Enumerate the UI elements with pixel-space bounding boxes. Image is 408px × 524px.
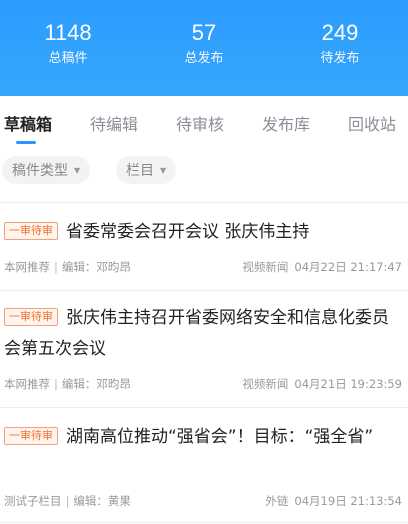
caret-down-icon: ▼ <box>74 165 81 175</box>
column-dropdown[interactable]: 栏目 ▼ <box>116 156 177 184</box>
article-source: 外链 <box>265 494 289 508</box>
article-title-text: 省委常委会召开会议 张庆伟主持 <box>66 222 310 242</box>
stat-total-published[interactable]: 57 总发布 <box>144 20 264 68</box>
status-tabs: 草稿箱 待编辑 待审核 发布库 回收站 <box>0 108 408 146</box>
filter-bar: 稿件类型 ▼ 栏目 ▼ <box>0 154 408 186</box>
tab-to-review[interactable]: 待审核 <box>176 114 224 136</box>
review-status-badge: 一审待审 <box>4 308 58 326</box>
list-item[interactable]: 一审待审 湖南高位推动“强省会”！目标：“强全省” 测试子栏目 | 编辑：黄果 外链 0… <box>0 408 408 524</box>
stats-header: 1148 总稿件 57 总发布 249 待发布 <box>0 0 408 96</box>
article-source: 视频新闻 <box>242 377 289 391</box>
article-editor: 编辑：邓昀昂 <box>61 260 131 274</box>
list-item[interactable]: 一审待审 省委常委会召开会议 张庆伟主持 本网推荐 | 编辑：邓昀昂 视频新闻 04月2… <box>0 203 408 290</box>
article-title: 一审待审 张庆伟主持召开省委网络安全和信息化委员会第五次会议 <box>4 303 394 365</box>
stat-label: 总稿件 <box>48 51 88 66</box>
stat-label: 总发布 <box>184 51 224 66</box>
divider <box>0 522 408 523</box>
article-time: 04月19日 21:13:54 <box>294 494 402 508</box>
stat-value: 1148 <box>44 20 92 45</box>
list-item[interactable]: 一审待审 张庆伟主持召开省委网络安全和信息化委员会第五次会议 本网推荐 | 编辑：邓昀… <box>0 291 408 407</box>
tab-publish-library[interactable]: 发布库 <box>262 114 310 136</box>
tab-drafts[interactable]: 草稿箱 <box>4 114 52 136</box>
meta-separator: | <box>54 377 58 391</box>
filter-label: 稿件类型 <box>12 163 68 179</box>
stat-value: 57 <box>191 20 217 45</box>
caret-down-icon: ▼ <box>160 165 167 175</box>
stat-label: 待发布 <box>320 51 360 66</box>
article-title-text: 湖南高位推动“强省会”！目标：“强全省” <box>66 427 374 447</box>
article-meta: 本网推荐 | 编辑：邓昀昂 <box>4 376 131 392</box>
article-column: 本网推荐 <box>4 260 50 274</box>
article-column: 本网推荐 <box>4 377 50 391</box>
article-title-text: 张庆伟主持召开省委网络安全和信息化委员会第五次会议 <box>4 308 389 359</box>
tab-to-edit[interactable]: 待编辑 <box>90 114 138 136</box>
article-source: 视频新闻 <box>242 260 289 274</box>
article-editor: 编辑：邓昀昂 <box>61 377 131 391</box>
article-time: 04月21日 19:23:59 <box>294 377 402 391</box>
article-editor: 编辑：黄果 <box>73 494 131 508</box>
article-title: 一审待审 省委常委会召开会议 张庆伟主持 <box>4 217 394 248</box>
article-source-time: 视频新闻 04月21日 19:23:59 <box>242 376 402 392</box>
article-source-time: 视频新闻 04月22日 21:17:47 <box>242 259 402 275</box>
manuscript-type-dropdown[interactable]: 稿件类型 ▼ <box>2 156 91 184</box>
review-status-badge: 一审待审 <box>4 427 58 445</box>
review-status-badge: 一审待审 <box>4 222 58 240</box>
stat-total-manuscripts[interactable]: 1148 总稿件 <box>8 20 128 68</box>
article-title: 一审待审 湖南高位推动“强省会”！目标：“强全省” <box>4 422 394 453</box>
tab-recycle-bin[interactable]: 回收站 <box>348 114 396 136</box>
filter-label: 栏目 <box>126 163 154 179</box>
stat-value: 249 <box>321 20 359 45</box>
meta-separator: | <box>65 494 70 508</box>
article-meta: 测试子栏目 | 编辑：黄果 <box>4 493 131 509</box>
active-tab-indicator <box>16 141 36 144</box>
article-meta: 本网推荐 | 编辑：邓昀昂 <box>4 259 131 275</box>
article-column: 测试子栏目 <box>4 494 62 508</box>
article-source-time: 外链 04月19日 21:13:54 <box>265 493 402 509</box>
meta-separator: | <box>54 260 58 274</box>
stat-pending-publish[interactable]: 249 待发布 <box>280 20 400 68</box>
article-time: 04月22日 21:17:47 <box>294 260 402 274</box>
